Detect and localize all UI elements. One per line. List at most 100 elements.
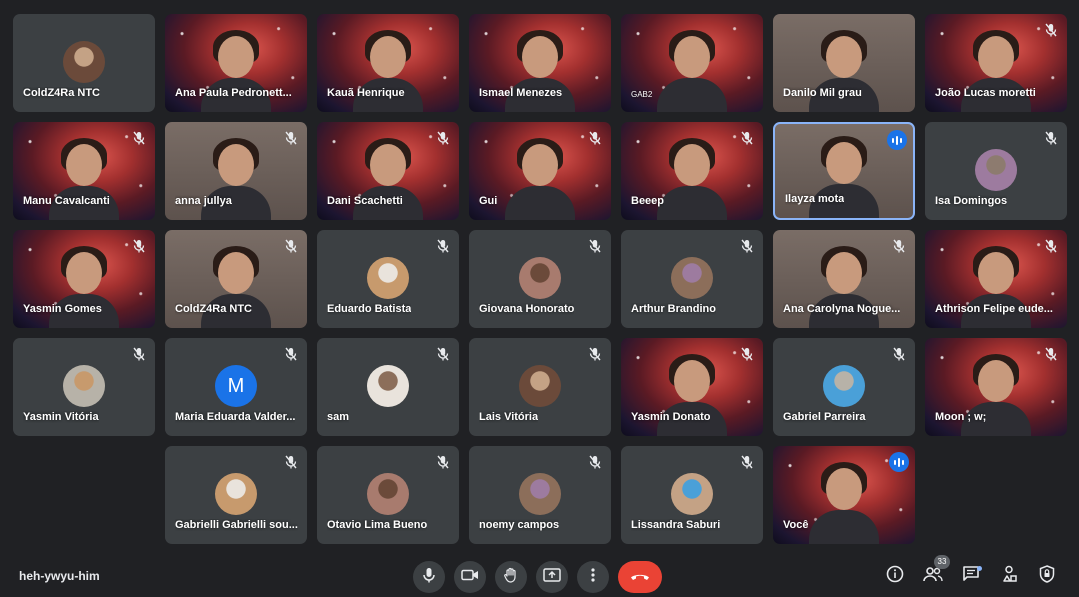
muted-mic-icon: [130, 129, 148, 147]
muted-mic-icon: [738, 237, 756, 255]
muted-mic-icon: [130, 237, 148, 255]
participant-tile[interactable]: ColdZ4Ra NTC: [165, 230, 307, 328]
muted-mic-icon: [434, 453, 452, 471]
participant-tile[interactable]: Giovana Honorato: [469, 230, 611, 328]
participant-tile[interactable]: Eduardo Batista: [317, 230, 459, 328]
muted-mic-icon: [738, 345, 756, 363]
participant-tile[interactable]: Ilayza mota: [773, 122, 915, 220]
microphone-icon: [422, 567, 436, 588]
muted-mic-icon: [738, 453, 756, 471]
participant-name: João Lucas moretti: [935, 87, 1036, 99]
participant-tile[interactable]: Otavio Lima Bueno: [317, 446, 459, 544]
participant-tile[interactable]: noemy campos: [469, 446, 611, 544]
participant-name: Manu Cavalcanti: [23, 195, 110, 207]
participant-tile[interactable]: M Maria Eduarda Valder...: [165, 338, 307, 436]
chat-button[interactable]: [958, 563, 984, 589]
mic-button[interactable]: [413, 561, 445, 593]
participant-tile[interactable]: João Lucas moretti: [925, 14, 1067, 112]
participant-tile[interactable]: Ana Carolyna Nogue...: [773, 230, 915, 328]
participant-tile[interactable]: Gui: [469, 122, 611, 220]
host-controls-button[interactable]: [1034, 563, 1060, 589]
raise-hand-button[interactable]: [495, 561, 527, 593]
avatar-letter: M: [215, 365, 257, 407]
avatar: [519, 365, 561, 407]
participant-tile[interactable]: Danilo Mil grau: [773, 14, 915, 112]
participant-name: sam: [327, 411, 350, 423]
participant-name: ColdZ4Ra NTC: [175, 303, 252, 315]
participant-grid: ColdZ4Ra NTC Ana Paula Pedronett... Kauã H…: [0, 0, 1079, 555]
participant-tile[interactable]: Dani Scachetti: [317, 122, 459, 220]
muted-mic-icon: [890, 237, 908, 255]
participant-video: [657, 352, 727, 436]
participant-name: Moon ; w;: [935, 411, 987, 423]
participant-name: Otavio Lima Bueno: [327, 519, 428, 531]
participant-name: GAB2: [631, 90, 653, 99]
participant-tile[interactable]: Kauã Henrique: [317, 14, 459, 112]
muted-mic-icon: [282, 129, 300, 147]
participant-video: [201, 244, 271, 328]
participant-video: [961, 244, 1031, 328]
activities-button[interactable]: [996, 563, 1022, 589]
participant-tile[interactable]: Você: [773, 446, 915, 544]
more-options-button[interactable]: [577, 561, 609, 593]
meeting-details-button[interactable]: [882, 563, 908, 589]
participant-tile[interactable]: Moon ; w;: [925, 338, 1067, 436]
muted-mic-icon: [1042, 345, 1060, 363]
participant-name: Beeep: [631, 195, 665, 207]
participant-tile[interactable]: sam: [317, 338, 459, 436]
participant-name: anna jullya: [175, 195, 232, 207]
lock-shield-icon: [1039, 564, 1055, 588]
participant-tile[interactable]: GAB2: [621, 14, 763, 112]
participant-tile[interactable]: Ana Paula Pedronett...: [165, 14, 307, 112]
participant-video: [809, 244, 879, 328]
participant-name: Ana Carolyna Nogue...: [783, 303, 901, 315]
participant-tile[interactable]: Lais Vitória: [469, 338, 611, 436]
present-button[interactable]: [536, 561, 568, 593]
speaking-indicator-icon: [887, 130, 907, 150]
participant-tile[interactable]: ColdZ4Ra NTC: [13, 14, 155, 112]
participant-tile[interactable]: Arthur Brandino: [621, 230, 763, 328]
muted-mic-icon: [586, 129, 604, 147]
participant-tile[interactable]: Isa Domingos: [925, 122, 1067, 220]
hang-up-icon: [630, 568, 650, 586]
participant-tile[interactable]: Athrison Felipe eude...: [925, 230, 1067, 328]
participant-video: [505, 136, 575, 220]
muted-mic-icon: [434, 129, 452, 147]
participant-tile[interactable]: Yasmin Gomes: [13, 230, 155, 328]
participant-name: Isa Domingos: [935, 195, 1008, 207]
avatar: [519, 473, 561, 515]
avatar: [367, 365, 409, 407]
participant-tile[interactable]: Ismael Menezes: [469, 14, 611, 112]
participant-tile[interactable]: anna jullya: [165, 122, 307, 220]
participant-video: [201, 136, 271, 220]
participant-tile[interactable]: Lissandra Saburi: [621, 446, 763, 544]
participant-name: noemy campos: [479, 519, 560, 531]
participant-tile[interactable]: Manu Cavalcanti: [13, 122, 155, 220]
avatar: [671, 257, 713, 299]
muted-mic-icon: [586, 453, 604, 471]
participant-tile[interactable]: Yasmin Vitória: [13, 338, 155, 436]
avatar: [63, 41, 105, 83]
muted-mic-icon: [434, 237, 452, 255]
participant-tile[interactable]: Yasmin Donato: [621, 338, 763, 436]
participant-name: Gui: [479, 195, 498, 207]
participant-tile[interactable]: Gabriel Parreira: [773, 338, 915, 436]
participant-video: [657, 28, 727, 112]
participant-name: Yasmin Donato: [631, 411, 711, 423]
muted-mic-icon: [282, 453, 300, 471]
participant-tile[interactable]: Beeep: [621, 122, 763, 220]
activities-icon: [1000, 565, 1018, 588]
leave-call-button[interactable]: [618, 561, 662, 593]
participant-video: [809, 134, 879, 218]
hand-icon: [504, 567, 518, 588]
participant-name: Ana Paula Pedronett...: [175, 87, 292, 99]
avatar: [823, 365, 865, 407]
participant-video: [201, 28, 271, 112]
camera-button[interactable]: [454, 561, 486, 593]
participant-name: Giovana Honorato: [479, 303, 575, 315]
meeting-code[interactable]: heh-ywyu-him: [19, 569, 100, 583]
participant-name: Lissandra Saburi: [631, 519, 721, 531]
participant-tile[interactable]: Gabrielli Gabrielli sou...: [165, 446, 307, 544]
muted-mic-icon: [130, 345, 148, 363]
participant-video: [353, 136, 423, 220]
